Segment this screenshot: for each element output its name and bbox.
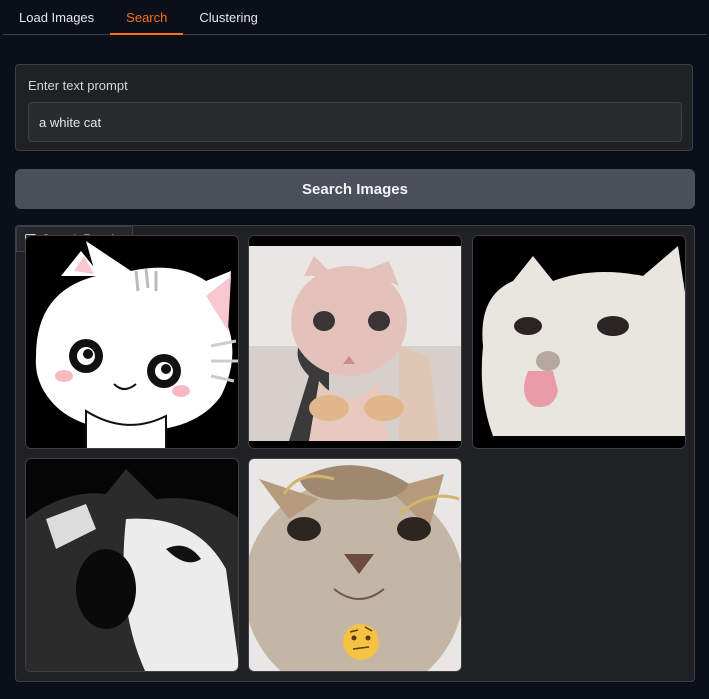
text-prompt-block: Enter text prompt: [15, 64, 693, 151]
search-results-gallery: Search Results: [15, 225, 695, 682]
cartoon-white-cat-image: [26, 236, 238, 448]
black-white-cat-image: [26, 459, 238, 671]
result-image-5[interactable]: [248, 458, 462, 672]
result-image-2[interactable]: [248, 235, 462, 449]
prompt-input[interactable]: [28, 102, 682, 142]
tab-search[interactable]: Search: [110, 0, 184, 35]
hairless-cat-image: [249, 236, 461, 448]
tabby-cat-emoji-image: [249, 459, 461, 671]
result-image-4[interactable]: [25, 458, 239, 672]
tab-load-images[interactable]: Load Images: [3, 0, 110, 34]
white-cat-tongue-image: [473, 236, 685, 448]
result-image-1[interactable]: [25, 235, 239, 449]
result-image-3[interactable]: [472, 235, 686, 449]
tab-clustering[interactable]: Clustering: [183, 0, 274, 34]
tab-bar: Load Images Search Clustering: [3, 0, 707, 35]
prompt-label: Enter text prompt: [28, 78, 128, 93]
search-images-button[interactable]: Search Images: [15, 169, 695, 209]
